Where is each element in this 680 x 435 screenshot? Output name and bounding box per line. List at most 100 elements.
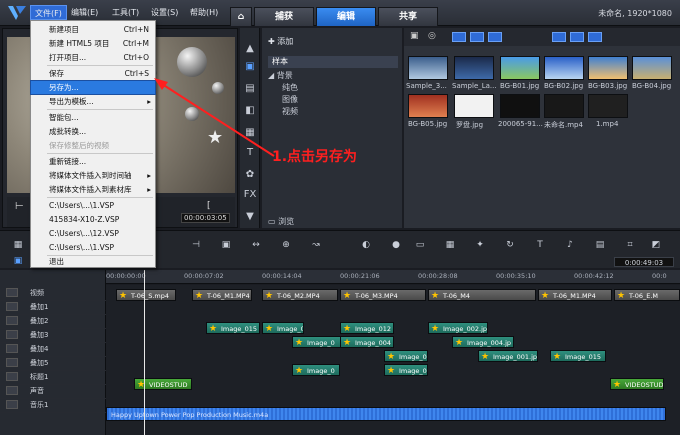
menu-item-new-project[interactable]: 新建项目 Ctrl+N <box>31 23 155 36</box>
import-icon[interactable]: ▣ <box>410 31 419 41</box>
menu-file[interactable]: 文件(F) <box>30 5 67 20</box>
trim-icon[interactable]: ⊣ <box>190 239 202 251</box>
grid-icon[interactable]: ▦ <box>444 239 456 251</box>
menu-tools[interactable]: 工具(T) <box>108 5 143 20</box>
music-icon[interactable]: ♪ <box>564 239 576 251</box>
tab-home[interactable]: ⌂ <box>230 7 252 26</box>
menu-item-save-as[interactable]: 另存为... <box>30 80 156 95</box>
thumb-bg-b04[interactable] <box>632 56 672 80</box>
track-header-overlay1[interactable]: 叠加1 <box>0 302 106 315</box>
filter-image-button[interactable] <box>470 32 484 42</box>
image-clip[interactable]: ★ Image_015 <box>550 350 606 362</box>
menu-item-insert-to-timeline[interactable]: 将媒体文件插入到时间轴 ▸ <box>31 169 155 182</box>
sort-button[interactable] <box>588 32 602 42</box>
tab-capture[interactable]: 捕获 <box>254 7 314 26</box>
tree-item-color[interactable]: 纯色 <box>282 82 298 93</box>
image-clip[interactable]: ★ Image_002.jp <box>428 322 488 334</box>
menu-item-smart-package[interactable]: 智能包... <box>31 111 155 124</box>
menu-item-insert-to-library[interactable]: 将媒体文件插入到素材库 ▸ <box>31 183 155 196</box>
menu-item-export-template[interactable]: 导出为模板... ▸ <box>31 95 155 108</box>
mark-in-icon[interactable]: [ <box>207 201 211 211</box>
filter-video-button[interactable] <box>452 32 466 42</box>
menu-help[interactable]: 帮助(H) <box>186 5 222 20</box>
timeline-ruler[interactable]: 00:00:00:00 00:00:07:02 00:00:14:04 00:0… <box>106 270 680 284</box>
mask-icon[interactable]: ◐ <box>360 239 372 251</box>
track-manager-icon[interactable]: ▣ <box>12 255 24 267</box>
menu-edit[interactable]: 编辑(E) <box>67 5 102 20</box>
playhead[interactable] <box>144 270 145 435</box>
image-clip[interactable]: ★ Image_004.jp <box>452 336 514 348</box>
thumb-1-mp4[interactable] <box>588 94 628 118</box>
filter-audio-button[interactable] <box>488 32 502 42</box>
menu-item-relink[interactable]: 重新链接... <box>31 155 155 168</box>
image-clip[interactable]: ★ Image_0 <box>384 364 428 376</box>
storyboard-view-icon[interactable]: ▦ <box>12 239 24 251</box>
text-icon[interactable]: T <box>534 239 546 251</box>
video-clip[interactable]: ★ T-06_M4 <box>428 289 536 301</box>
track-header-video[interactable]: 视频 <box>0 288 106 301</box>
video-clip[interactable]: ★ T-06_E.M <box>614 289 680 301</box>
thumb-bg-b01[interactable] <box>500 56 540 80</box>
settings-icon[interactable]: ◎ <box>428 31 436 41</box>
collapse-icon[interactable]: ▲ <box>243 42 257 56</box>
video-clip[interactable]: ★ T-06_S.mp4 <box>116 289 176 301</box>
image-clip[interactable]: ★ Image_0 <box>292 364 340 376</box>
tab-share[interactable]: 共享 <box>378 7 438 26</box>
move-icon[interactable]: ⊕ <box>280 239 292 251</box>
track-header-overlay5[interactable]: 叠加5 <box>0 358 106 371</box>
track-header-voice[interactable]: 声音 <box>0 386 106 399</box>
video-clip[interactable]: ★ T-06_M1.MP4 <box>192 289 252 301</box>
crop-icon[interactable]: ⌗ <box>624 239 636 251</box>
thumb-bg-b03[interactable] <box>588 56 628 80</box>
image-clip[interactable]: ★ Image_0 <box>384 350 428 362</box>
image-clip[interactable]: ★ Image_0 <box>262 322 304 334</box>
track-header-music[interactable]: 音乐1 <box>0 400 106 413</box>
menu-item-recent-2[interactable]: 415834-X10-Z.VSP <box>31 213 155 226</box>
motion-icon[interactable]: ↝ <box>310 239 322 251</box>
expand-icon[interactable]: ▼ <box>243 210 257 224</box>
tree-item-image[interactable]: 图像 <box>282 94 298 105</box>
thumb-compass[interactable] <box>454 94 494 118</box>
tab-edit[interactable]: 编辑 <box>316 7 376 26</box>
view-thumb-button[interactable] <box>570 32 584 42</box>
browse-button[interactable]: ▭ 浏览 <box>268 216 294 227</box>
video-clip[interactable]: ★ T-06_M2.MP4 <box>262 289 338 301</box>
subtitle-icon[interactable]: ▭ <box>414 239 426 251</box>
tracks-icon[interactable]: ▤ <box>594 239 606 251</box>
image-clip[interactable]: ★ Image_012 <box>340 322 394 334</box>
menu-item-recent-4[interactable]: C:\Users\...\1.VSP <box>31 241 155 254</box>
video-clip[interactable]: ★ T-06_M1.MP4 <box>538 289 612 301</box>
image-clip[interactable]: ★ Image_015 <box>206 322 260 334</box>
thumb-untitled-mp4[interactable] <box>544 94 584 118</box>
image-clip[interactable]: ★ Image_0 <box>292 336 342 348</box>
tree-item-video[interactable]: 视频 <box>282 106 298 117</box>
thumb-sample-la[interactable] <box>454 56 494 80</box>
menu-settings[interactable]: 设置(S) <box>147 5 182 20</box>
title-clip[interactable]: ★ VIDEOSTUD <box>134 378 192 390</box>
thumb-sample-3[interactable] <box>408 56 448 80</box>
image-clip[interactable]: ★ Image_001.jp <box>478 350 538 362</box>
play-slider-icon[interactable]: ⊢ <box>15 201 24 212</box>
menu-item-batch-convert[interactable]: 成批转换... <box>31 125 155 138</box>
video-clip[interactable]: ★ T-06_M3.MP4 <box>340 289 426 301</box>
menu-item-exit[interactable]: 退出 <box>31 255 155 268</box>
media-icon[interactable]: ▣ <box>243 60 257 74</box>
image-clip[interactable]: ★ Image_004 <box>340 336 394 348</box>
tree-item-sample[interactable]: 样本 <box>268 56 398 68</box>
track-header-overlay3[interactable]: 叠加3 <box>0 330 106 343</box>
menu-item-recent-1[interactable]: C:\Users\...\1.VSP <box>31 199 155 212</box>
fx-icon[interactable]: FX <box>243 188 257 202</box>
preview-timecode[interactable]: 00:00:03:05 <box>181 213 230 223</box>
thumb-200065[interactable] <box>500 94 540 118</box>
add-folder-button[interactable]: ✚ 添加 <box>268 36 293 47</box>
effect-icon[interactable]: ✦ <box>474 239 486 251</box>
view-list-button[interactable] <box>552 32 566 42</box>
export-icon[interactable]: ◩ <box>650 239 662 251</box>
track-header-overlay4[interactable]: 叠加4 <box>0 344 106 357</box>
track-header-title[interactable]: 标题1 <box>0 372 106 385</box>
thumb-bg-b05[interactable] <box>408 94 448 118</box>
menu-item-new-html5-project[interactable]: 新建 HTML5 项目 Ctrl+M <box>31 37 155 50</box>
track-header-overlay2[interactable]: 叠加2 <box>0 316 106 329</box>
color-icon[interactable]: ● <box>390 239 402 251</box>
title-clip[interactable]: ★ VIDEOSTUD <box>610 378 664 390</box>
